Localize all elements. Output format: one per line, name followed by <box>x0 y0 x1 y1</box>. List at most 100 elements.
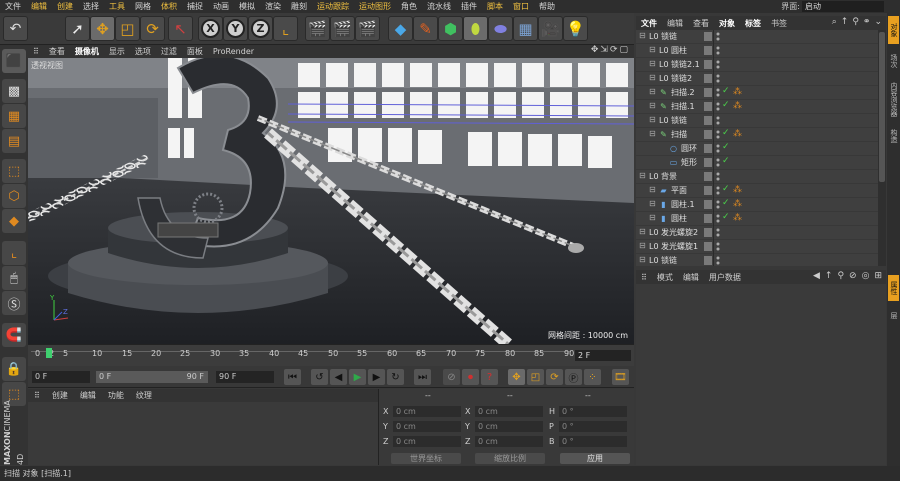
expand-toggle-icon[interactable]: ⊟ <box>649 185 656 194</box>
menu-item-8[interactable]: 动画 <box>208 1 234 12</box>
go-to-start-button[interactable]: ⏮ <box>284 369 301 385</box>
end-frame-field[interactable]: 90 F <box>216 371 274 383</box>
visibility-dots-icon[interactable] <box>716 31 720 42</box>
object-row[interactable]: ⊟ L0 发光螺旋2 <box>636 226 878 240</box>
visibility-dots-icon[interactable] <box>716 241 720 252</box>
perspective-viewport[interactable]: 透视视图 Y Z 网格间距 : 10000 cm <box>28 58 634 344</box>
attribute-menu-item-0[interactable]: 模式 <box>652 272 678 283</box>
menu-item-12[interactable]: 运动跟踪 <box>312 1 354 12</box>
material-tag-icon[interactable]: ⁂ <box>733 199 742 209</box>
apply-button[interactable]: 应用 <box>560 453 630 464</box>
coord-value-field[interactable]: 0 cm <box>475 421 543 432</box>
menu-item-11[interactable]: 雕刻 <box>286 1 312 12</box>
object-row[interactable]: ⊟ ✎ 扫描 ✓ ⁂ <box>636 128 878 142</box>
menu-item-4[interactable]: 工具 <box>104 1 130 12</box>
visibility-dots-icon[interactable] <box>716 227 720 238</box>
menu-item-15[interactable]: 流水线 <box>422 1 456 12</box>
pen-button[interactable]: ✎ <box>413 16 438 41</box>
model-mode-button[interactable]: ▩ <box>2 79 26 103</box>
layer-swatch[interactable] <box>704 46 712 55</box>
visibility-dots-icon[interactable] <box>716 101 720 112</box>
panel-grip-icon[interactable]: ⠿ <box>28 391 46 400</box>
key-param-button[interactable]: Ⓟ <box>565 369 582 385</box>
record-button[interactable]: ⏺ <box>462 369 479 385</box>
move-tool-button[interactable]: ✥ <box>90 16 115 41</box>
visibility-dots-icon[interactable] <box>716 45 720 56</box>
layer-swatch[interactable] <box>704 32 712 41</box>
scrollbar-thumb[interactable] <box>879 32 885 182</box>
layer-swatch[interactable] <box>704 116 712 125</box>
right-tab-1[interactable]: 场次 <box>888 48 899 74</box>
menu-item-18[interactable]: 窗口 <box>508 1 534 12</box>
timeline-window-button[interactable]: 🎞 <box>612 369 629 385</box>
visibility-dots-icon[interactable] <box>716 185 720 196</box>
subdivision-button[interactable]: ⬢ <box>438 16 463 41</box>
edges-mode-button[interactable]: ⬡ <box>2 184 26 208</box>
viewport-menu-item-6[interactable]: ProRender <box>208 47 259 56</box>
expand-toggle-icon[interactable]: ⊟ <box>639 31 646 40</box>
viewport-menu-item-5[interactable]: 面板 <box>182 46 208 57</box>
object-row[interactable]: ⊟ ▰ 平面 ✓ ⁂ <box>636 184 878 198</box>
object-row[interactable]: ⊟ L0 锁链 <box>636 30 878 44</box>
select-tool-button[interactable]: ➚ <box>65 16 90 41</box>
panel-grip-icon[interactable]: ⠿ <box>28 47 44 56</box>
chevron-down-icon[interactable]: ⌄ <box>874 17 882 27</box>
object-row[interactable]: ⊟ L0 圆柱 <box>636 44 878 58</box>
layer-swatch[interactable] <box>704 172 712 181</box>
arrow-up-icon[interactable]: ↑ <box>841 17 849 27</box>
menu-item-0[interactable]: 文件 <box>0 1 26 12</box>
prev-frame-button[interactable]: ◀ <box>330 369 347 385</box>
object-row[interactable]: ⊟ L0 锁链2 <box>636 72 878 86</box>
object-row[interactable]: ⊟ ✎ 扫描.2 ✓ ⁂ <box>636 86 878 100</box>
layer-swatch[interactable] <box>704 158 712 167</box>
menu-item-10[interactable]: 渲染 <box>260 1 286 12</box>
expand-toggle-icon[interactable]: ⊟ <box>639 241 646 250</box>
material-menu-item-0[interactable]: 创建 <box>46 390 74 401</box>
coord-value-field[interactable]: 0 cm <box>393 436 461 447</box>
object-menu-item-0[interactable]: 文件 <box>636 18 662 29</box>
next-frame-button[interactable]: ▶ <box>368 369 385 385</box>
cube-button[interactable]: ◆ <box>388 16 413 41</box>
object-row[interactable]: ⊟ ▮ 圆柱 ✓ ⁂ <box>636 212 878 226</box>
back-arrow-icon[interactable]: ◀ <box>813 271 820 281</box>
material-menu-item-1[interactable]: 编辑 <box>74 390 102 401</box>
menu-item-14[interactable]: 角色 <box>396 1 422 12</box>
coordinate-system-button[interactable]: ⌞ <box>273 16 298 41</box>
material-menu-item-2[interactable]: 功能 <box>102 390 130 401</box>
cloner-button[interactable]: ⬮ <box>463 16 488 41</box>
frame-range-slider[interactable]: 0 F 90 F <box>96 371 208 383</box>
menu-item-19[interactable]: 帮助 <box>534 1 560 12</box>
menu-item-1[interactable]: 编辑 <box>26 1 52 12</box>
layer-swatch[interactable] <box>704 186 712 195</box>
expand-toggle-icon[interactable]: ⊟ <box>649 87 656 96</box>
right-tab-4[interactable]: 属性 <box>888 275 899 301</box>
layer-swatch[interactable] <box>704 214 712 223</box>
playhead[interactable] <box>46 348 52 358</box>
material-tag-icon[interactable]: ⁂ <box>733 129 742 139</box>
floor-button[interactable]: ▦ <box>513 16 538 41</box>
coord-value-field[interactable]: 0 ° <box>559 421 627 432</box>
coord-value-field[interactable]: 0 cm <box>475 406 543 417</box>
menu-item-5[interactable]: 网格 <box>130 1 156 12</box>
panel-grip-icon[interactable]: ⠿ <box>636 273 652 282</box>
material-list-area[interactable] <box>28 402 378 465</box>
object-menu-item-4[interactable]: 标签 <box>740 18 766 29</box>
visibility-dots-icon[interactable] <box>716 143 720 154</box>
viewport-menu-item-0[interactable]: 查看 <box>44 46 70 57</box>
visibility-dots-icon[interactable] <box>716 157 720 168</box>
layer-swatch[interactable] <box>704 130 712 139</box>
visibility-dots-icon[interactable] <box>716 171 720 182</box>
object-row[interactable]: ⊟ L0 锁链 <box>636 254 878 266</box>
layer-swatch[interactable] <box>704 102 712 111</box>
lock-icon[interactable]: ⌕ <box>832 17 837 27</box>
menu-item-16[interactable]: 插件 <box>456 1 482 12</box>
points-mode-button[interactable]: ⬚ <box>2 159 26 183</box>
render-view-button[interactable]: 🎬 <box>305 16 330 41</box>
menu-item-9[interactable]: 模拟 <box>234 1 260 12</box>
expand-toggle-icon[interactable]: ⊟ <box>639 255 646 264</box>
expand-toggle-icon[interactable]: ⊟ <box>649 59 656 68</box>
coord-value-field[interactable]: 0 ° <box>559 406 627 417</box>
object-menu-item-3[interactable]: 对象 <box>714 18 740 29</box>
attribute-menu-item-1[interactable]: 编辑 <box>678 272 704 283</box>
axis-mode-button[interactable]: ⌞ <box>2 241 26 265</box>
